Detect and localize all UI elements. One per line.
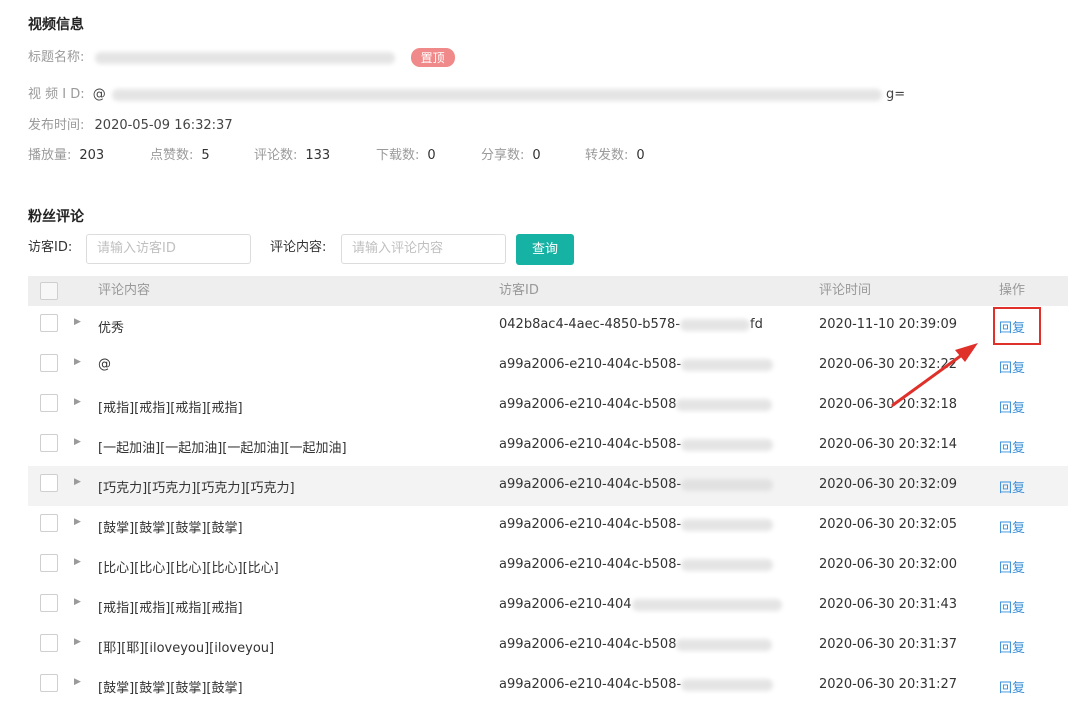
annotation-arrow-icon xyxy=(891,343,978,407)
